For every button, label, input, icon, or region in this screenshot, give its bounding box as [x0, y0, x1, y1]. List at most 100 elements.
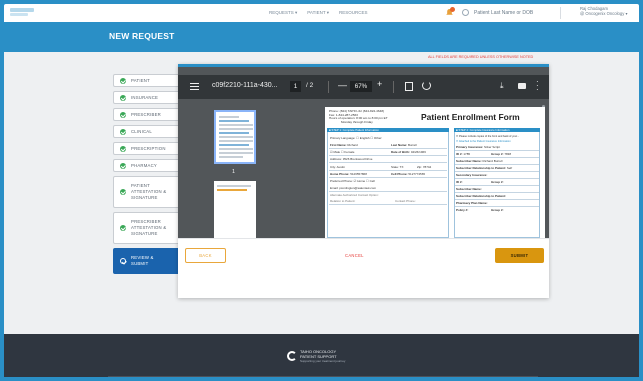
thumb-line	[219, 120, 249, 122]
field-value: pconlington@salemtek.com	[339, 186, 377, 190]
form-phone-info: Phone: (844) TAIHO-4U (844-824-4648) Fax…	[329, 109, 388, 124]
search-icon[interactable]	[462, 9, 469, 16]
zoom-level-input[interactable]: 67%	[350, 81, 372, 92]
field-label: City:	[330, 165, 336, 169]
form-rule	[329, 204, 447, 205]
step-patient[interactable]: PATIENT	[113, 74, 183, 87]
form-subscriber-relationship-2: Subscriber Relationship to Patient:	[456, 194, 507, 198]
print-icon[interactable]	[518, 83, 526, 89]
submit-button[interactable]: SUBMIT	[495, 248, 544, 263]
form-address: Address: 3526 Brentwood Drive	[330, 157, 372, 161]
form-rule	[329, 191, 447, 192]
form-zip: Zip: 78744	[417, 165, 431, 169]
field-value: 3526 Brentwood Drive	[342, 157, 373, 161]
nav-resources[interactable]: RESOURCES	[339, 10, 368, 16]
form-subscriber-2: Subscriber Name:	[456, 187, 482, 191]
step-insurance[interactable]: INSURANCE	[113, 91, 183, 104]
thumb-line	[217, 185, 251, 187]
cancel-button[interactable]: CANCEL	[345, 253, 364, 258]
toolbar-divider	[328, 81, 329, 93]
notification-bell-icon[interactable]	[445, 7, 455, 17]
form-dob: Date of Birth: 04/26/1966	[391, 150, 426, 154]
download-icon[interactable]: ⤓	[500, 81, 504, 91]
fit-to-page-icon[interactable]	[405, 82, 413, 91]
page-thumbnail-2[interactable]	[214, 181, 256, 238]
step-label: REVIEW & SUBMIT	[131, 255, 154, 266]
main-nav-links: REQUESTS ▾ PATIENT ▾ RESOURCES	[269, 10, 368, 16]
rotate-icon[interactable]	[422, 81, 431, 90]
form-rule	[329, 148, 447, 149]
step-patient-attestation[interactable]: PATIENT ATTESTATION & SIGNATURE	[113, 176, 183, 208]
thumb-line	[219, 140, 253, 142]
page-header-band: NEW REQUEST	[4, 22, 639, 52]
user-menu[interactable]: Raj Chodagam @ Oncogenix Oncology ▾	[580, 6, 628, 16]
field-label: Subscriber Name:	[456, 159, 482, 163]
nav-requests[interactable]: REQUESTS ▾	[269, 10, 297, 16]
phone-line: Monday through Friday	[341, 119, 373, 124]
thumb-line	[219, 132, 249, 134]
field-value: Richard	[347, 143, 358, 147]
nav-divider	[560, 7, 561, 19]
field-label: Group #:	[491, 152, 504, 156]
form-preferred-phone: Preferred Phone: ☑ Home ☐ Cell	[330, 179, 375, 183]
form-rule	[329, 162, 447, 163]
page-title: NEW REQUEST	[109, 31, 175, 41]
field-value: Richard Burrell	[482, 159, 503, 163]
field-value: 04/26/1966	[410, 150, 426, 154]
form-rule	[455, 206, 539, 207]
step-pharmacy[interactable]: PHARMACY	[113, 159, 183, 172]
field-value: Austin	[336, 165, 346, 169]
nav-patient[interactable]: PATIENT ▾	[307, 10, 329, 16]
form-contact-phone: Contact Phone:	[395, 199, 416, 203]
field-label: Subscriber Relationship to Patient:	[456, 166, 507, 170]
field-label: Last Name:	[391, 143, 408, 147]
thumb-line	[217, 189, 247, 191]
step-label: PRESCRIPTION	[131, 146, 166, 151]
form-rule	[455, 185, 539, 186]
form-alt-contact: Alternate Authorized Contact Option:	[330, 193, 379, 197]
step-clinical[interactable]: CLINICAL	[113, 125, 183, 138]
field-value: 78744	[422, 165, 432, 169]
back-button[interactable]: BACK	[185, 248, 226, 263]
thumb-line	[219, 116, 239, 118]
step-review-submit[interactable]: REVIEW & SUBMIT	[113, 248, 183, 274]
form-rule	[455, 150, 539, 151]
form-rule	[455, 171, 539, 172]
zoom-out-icon[interactable]: —	[338, 80, 347, 90]
menu-icon[interactable]	[190, 83, 199, 90]
check-icon	[120, 77, 126, 84]
pdf-file-name: c09f2210-111a-430...	[212, 82, 278, 89]
thumb-line	[219, 128, 253, 130]
page-thumbnail-1[interactable]	[214, 110, 256, 164]
page-number-input[interactable]: 1	[290, 81, 301, 92]
user-organization: @ Oncogenix Oncology ▾	[580, 11, 628, 16]
check-icon	[120, 189, 126, 195]
form-ins-note: ☐ Please include copies of the front and…	[456, 135, 520, 138]
thumb-line	[219, 144, 249, 146]
form-rule	[329, 170, 447, 171]
thumb-line	[219, 156, 243, 158]
form-relation: Relation to Patient:	[330, 199, 356, 203]
check-icon	[120, 111, 126, 118]
pdf-toolbar: c09f2210-111a-430... 1 / 2 — 67% + ⤓ · · ·	[178, 75, 549, 99]
form-id-2: ID #:	[456, 180, 463, 184]
footer-tagline: Supporting your treatment journey	[300, 359, 346, 364]
form-title: Patient Enrollment Form	[421, 112, 520, 122]
patient-search-input[interactable]: Patient Last Name or DOB	[474, 10, 533, 16]
step-prescriber-attestation[interactable]: PRESCRIBER ATTESTATION & SIGNATURE	[113, 212, 183, 244]
field-value: Silver Script	[484, 145, 501, 149]
field-value: 1785	[463, 152, 471, 156]
step-prescriber[interactable]: PRESCRIBER	[113, 108, 183, 121]
check-icon	[120, 128, 126, 135]
more-options-icon[interactable]: · · ·	[536, 78, 539, 94]
step-prescription[interactable]: PRESCRIPTION	[113, 142, 183, 155]
taiho-logo[interactable]	[10, 8, 34, 17]
field-value: 5126557868	[350, 172, 367, 176]
pdf-page: Phone: (844) TAIHO-4U (844-824-4648) Fax…	[325, 107, 545, 238]
field-label: Email:	[330, 186, 339, 190]
form-email: Email: pconlington@salemtek.com	[330, 186, 376, 190]
check-icon	[120, 145, 126, 152]
zoom-in-icon[interactable]: +	[377, 79, 382, 89]
form-rule	[455, 164, 539, 165]
field-value: TX	[399, 165, 404, 169]
